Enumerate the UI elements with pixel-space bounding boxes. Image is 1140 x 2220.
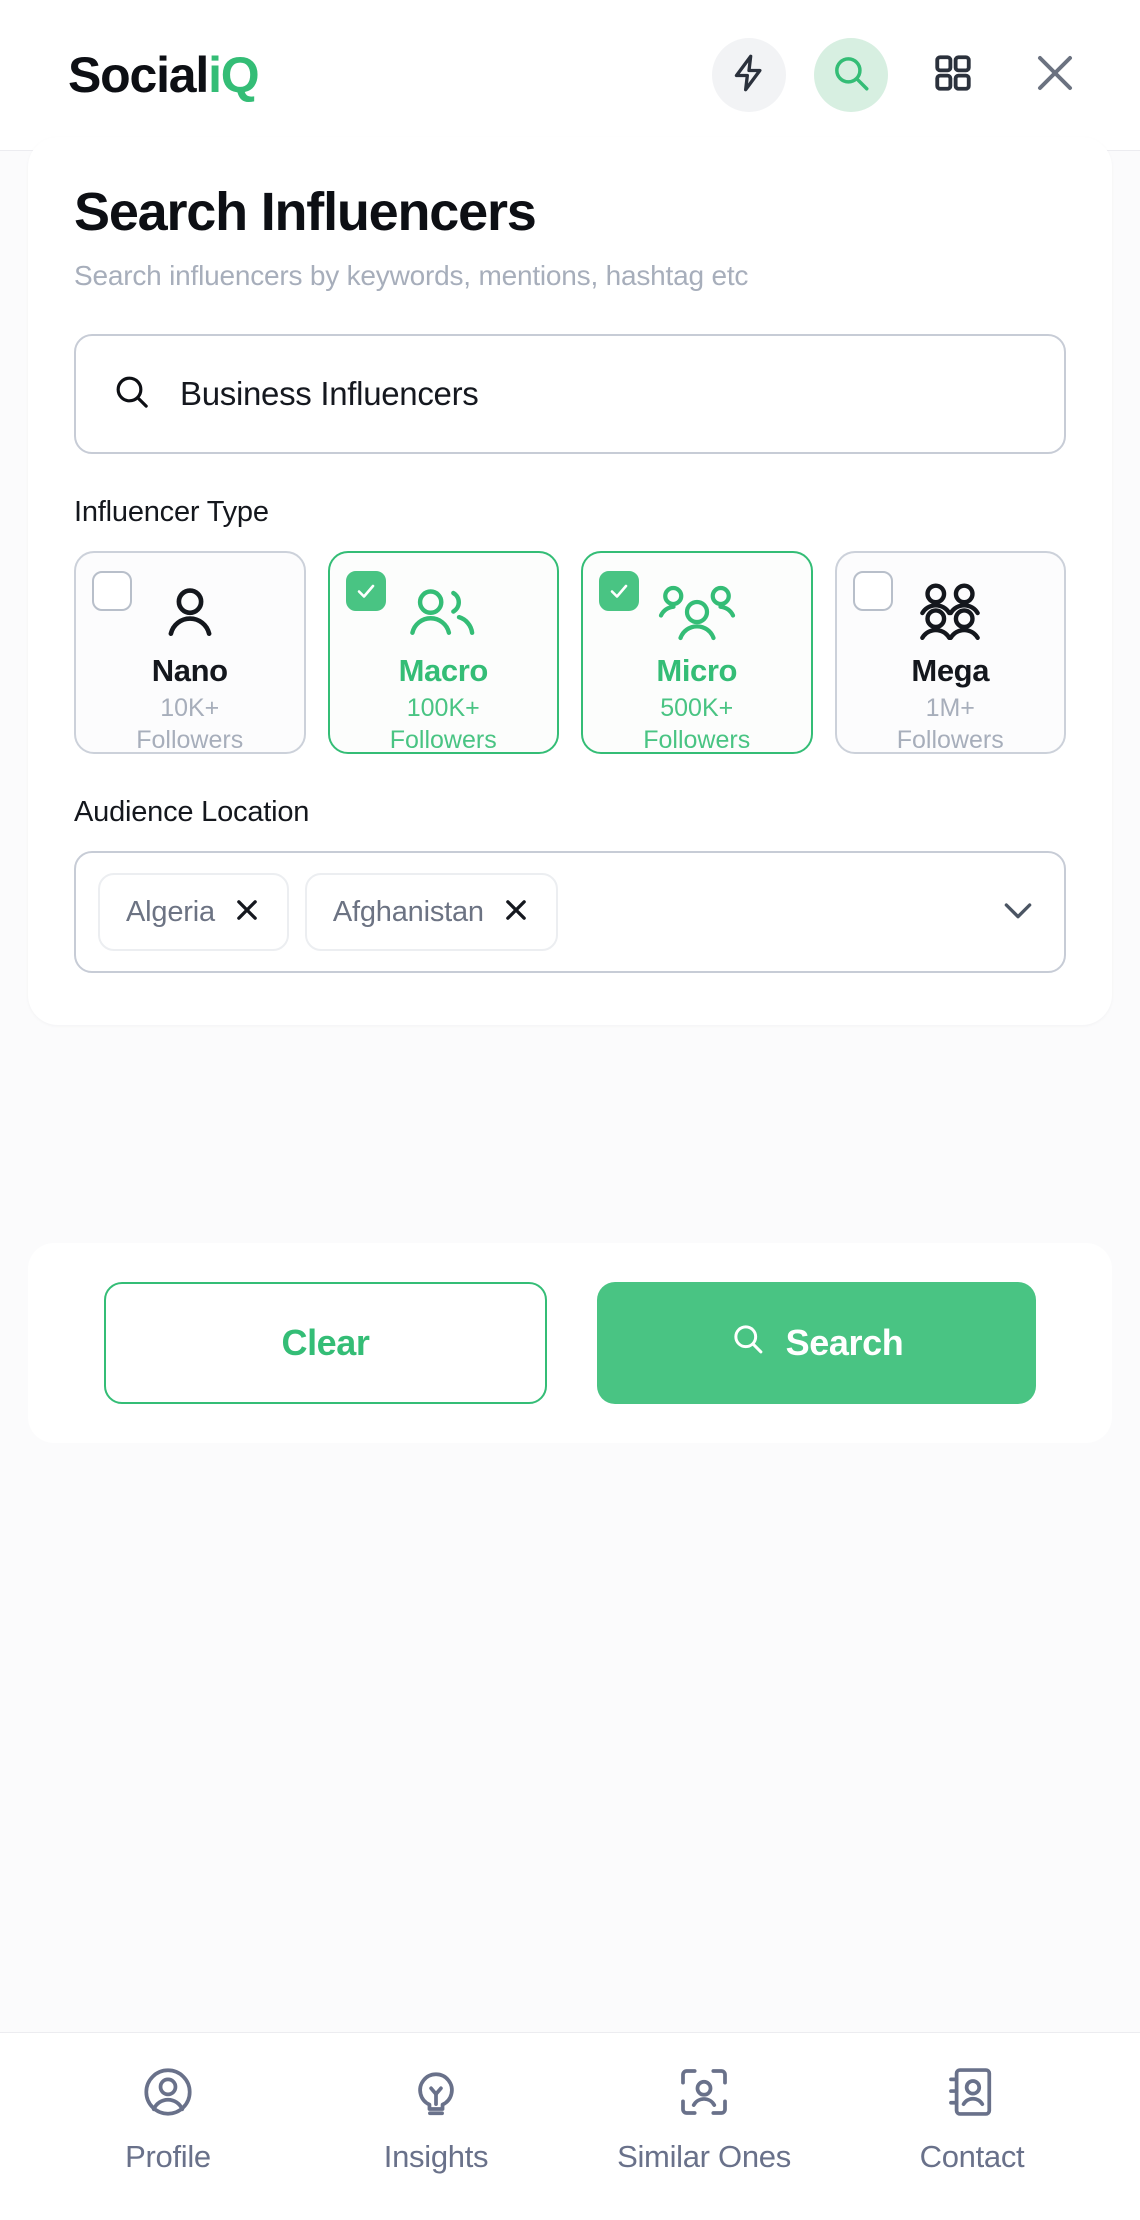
two-people-icon	[406, 581, 480, 643]
search-tab-button[interactable]	[812, 38, 890, 150]
app-logo[interactable]: Social iQ	[68, 47, 260, 103]
influencer-type-card-micro[interactable]: Micro 500K+ Followers	[581, 551, 813, 756]
search-button-label: Search	[785, 1322, 904, 1363]
location-chip-afghanistan[interactable]: Afghanistan	[304, 873, 558, 952]
logo-text-accent: iQ	[208, 47, 260, 103]
nav-item-label: Insights	[383, 2139, 489, 2174]
four-people-icon	[913, 581, 987, 643]
checkbox-mega[interactable]	[852, 571, 893, 612]
grid-apps-icon	[932, 52, 974, 99]
clear-button[interactable]: Clear	[104, 1282, 547, 1404]
selected-locations: Algeria Afghanistan	[98, 873, 982, 952]
search-icon	[112, 372, 152, 417]
app-header: Social iQ	[0, 0, 1140, 151]
chevron-down-icon[interactable]	[998, 890, 1038, 935]
search-icon	[730, 1321, 766, 1366]
influencer-type-name: Nano	[151, 653, 228, 689]
audience-location-select[interactable]: Algeria Afghanistan	[74, 851, 1066, 974]
close-button[interactable]	[1018, 38, 1092, 112]
page-title: Search Influencers	[74, 182, 537, 242]
lightning-bolt-button[interactable]	[712, 38, 786, 112]
bottom-navigation: Profile Insights Similar Ones Contact	[0, 2032, 1140, 2220]
nav-item-profile[interactable]: Profile	[34, 2064, 302, 2175]
nav-item-insights[interactable]: Insights	[302, 2064, 570, 2175]
influencer-type-group: Nano 10K+ Followers Macro 100K+ Follower…	[74, 551, 1066, 756]
influencer-type-followers: 1M+ Followers	[897, 693, 1004, 756]
search-button[interactable]: Search	[597, 1282, 1036, 1404]
nav-item-label: Profile	[125, 2139, 211, 2174]
single-person-icon	[159, 581, 221, 643]
followers-word: Followers	[389, 725, 497, 754]
search-input[interactable]: Business Influencers	[180, 375, 479, 413]
close-icon[interactable]	[233, 896, 261, 929]
influencer-type-followers: 500K+ Followers	[643, 693, 750, 756]
influencer-type-card-nano[interactable]: Nano 10K+ Followers	[74, 551, 306, 756]
location-chip-label: Algeria	[126, 895, 215, 928]
close-icon[interactable]	[502, 896, 530, 929]
influencer-type-name: Macro	[398, 653, 489, 689]
audience-location-label: Audience Location	[74, 796, 310, 829]
influencer-type-name: Mega	[911, 653, 990, 689]
influencer-type-card-mega[interactable]: Mega 1M+ Followers	[834, 551, 1066, 756]
search-input-wrapper[interactable]: Business Influencers	[74, 334, 1066, 455]
logo-text-primary: Social	[68, 47, 209, 103]
user-circle-icon	[140, 2064, 196, 2125]
action-bar: Clear Search	[28, 1243, 1112, 1443]
close-icon	[1031, 49, 1079, 102]
clear-button-label: Clear	[281, 1322, 370, 1363]
header-icon-group	[712, 38, 1092, 150]
checkbox-macro[interactable]	[345, 571, 386, 612]
influencer-type-followers: 100K+ Followers	[390, 693, 497, 756]
influencer-type-card-macro[interactable]: Macro 100K+ Followers	[327, 551, 559, 756]
nav-item-contact[interactable]: Contact	[838, 2064, 1106, 2175]
checkbox-nano[interactable]	[92, 571, 132, 612]
search-panel: Search Influencers Search influencers by…	[28, 137, 1112, 1026]
influencer-type-followers: 10K+ Followers	[136, 693, 243, 756]
nav-item-label: Similar Ones	[617, 2139, 791, 2174]
followers-word: Followers	[136, 725, 244, 754]
three-people-icon	[657, 581, 737, 643]
nav-item-similar-ones[interactable]: Similar Ones	[570, 2064, 838, 2175]
location-chip-label: Afghanistan	[332, 895, 484, 928]
checkbox-micro[interactable]	[599, 571, 639, 612]
followers-count: 1M+	[925, 694, 975, 723]
followers-count: 100K+	[406, 694, 480, 723]
influencer-type-name: Micro	[656, 653, 738, 689]
followers-count: 10K+	[160, 694, 220, 723]
lightning-bolt-icon	[729, 53, 769, 98]
followers-count: 500K+	[660, 694, 734, 723]
person-scan-icon	[676, 2064, 732, 2125]
location-chip-algeria[interactable]: Algeria	[98, 873, 289, 952]
followers-word: Followers	[896, 725, 1004, 754]
influencer-type-label: Influencer Type	[74, 496, 269, 529]
app-root: Social iQ Search Influencers Search infl…	[0, 0, 1140, 2220]
search-icon	[830, 52, 872, 99]
apps-grid-button[interactable]	[916, 38, 990, 112]
page-subtitle: Search influencers by keywords, mentions…	[74, 260, 749, 292]
followers-word: Followers	[643, 725, 751, 754]
lightbulb-icon	[408, 2064, 464, 2125]
nav-item-label: Contact	[919, 2139, 1025, 2174]
contact-book-icon	[944, 2064, 1000, 2125]
